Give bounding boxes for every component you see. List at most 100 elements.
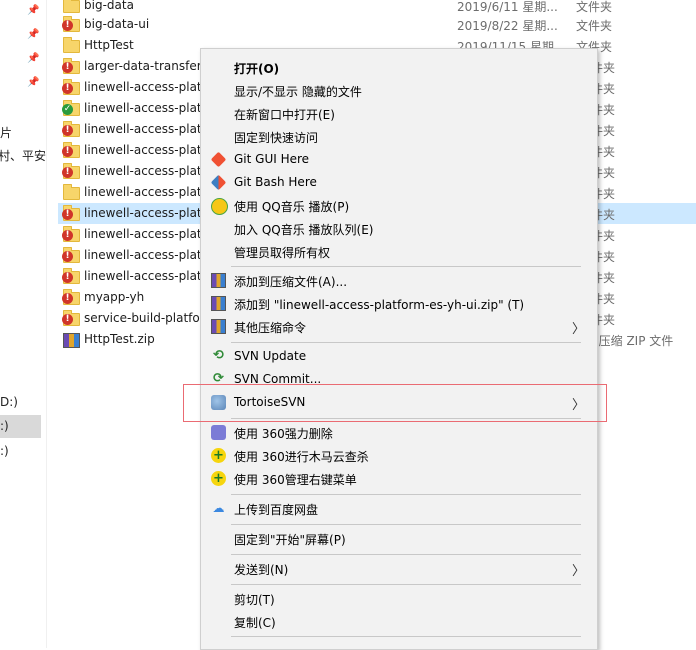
menu-item[interactable]: 打开(O) [201,56,597,79]
menu-item[interactable]: 使用 QQ音乐 播放(P) [201,194,597,217]
git-icon [210,151,227,168]
menu-separator [231,342,581,343]
file-type: 文件夹 [576,19,613,33]
menu-item-label: 管理员取得所有权 [234,246,331,260]
menu-separator [231,266,581,267]
file-name: linewell-access-platf [84,122,206,136]
menu-item[interactable]: 固定到"开始"屏幕(P) [201,527,597,550]
menu-item[interactable]: ⟲ SVN Update [201,345,597,368]
nav-item-label[interactable]: 村、平安 [0,147,46,164]
pin-icon: 📌 [27,29,40,40]
file-name: big-data [84,0,134,12]
svn-normal-badge-icon: ✓ [62,104,73,115]
nav-item-drive-d[interactable]: D:) [0,395,18,409]
menu-item[interactable]: 使用 360强力删除 [201,421,597,444]
file-name: larger-data-transfer [84,59,202,73]
menu-item[interactable]: ☁ 上传到百度网盘 [201,497,597,520]
pin-icon: 📌 [27,77,40,88]
file-name: linewell-access-platf [84,227,206,241]
svn-modified-badge-icon: ! [62,251,73,262]
menu-item-label: 加入 QQ音乐 播放队列(E) [234,223,374,237]
folder-icon: ! [62,121,80,137]
file-type: 文件夹 [576,0,613,14]
menu-item-label: 添加到压缩文件(A)... [234,275,348,289]
menu-item-label: Git Bash Here [234,175,317,189]
folder-icon: ! [62,142,80,158]
folder-icon: ! [62,205,80,221]
svn-modified-badge-icon: ! [62,272,73,283]
folder-icon: ! [62,247,80,263]
file-name: linewell-access-platf [84,269,206,283]
menu-item[interactable]: 管理员取得所有权 [201,240,597,263]
svn-modified-badge-icon: ! [62,167,73,178]
360-icon: + [211,448,226,463]
folder-icon: ! [62,289,80,305]
file-name: HttpTest.zip [84,332,155,346]
menu-item[interactable]: Git Bash Here [201,171,597,194]
menu-item-label: 发送到(N) [234,563,289,577]
file-row[interactable]: ! big-data-ui 2019/8/22 星期... 文件夹 [58,14,696,35]
menu-item-label: 剪切(T) [234,593,275,607]
menu-item-label: 添加到 "linewell-access-platform-es-yh-ui.z… [234,298,525,312]
menu-item[interactable]: 复制(C) [201,610,597,633]
menu-separator [231,554,581,555]
menu-item[interactable]: 在新窗口中打开(E) [201,102,597,125]
menu-item[interactable]: + 使用 360管理右键菜单 [201,467,597,490]
file-name: HttpTest [84,38,134,52]
svn-modified-badge-icon: ! [62,62,73,73]
svn-modified-badge-icon: ! [62,146,73,157]
git-bash-icon [210,174,227,191]
menu-separator [231,494,581,495]
menu-item-label: 使用 360管理右键菜单 [234,473,357,487]
annotation-highlight-box [183,384,607,422]
menu-item[interactable]: 发送到(N) 〉 [201,557,597,580]
file-name: linewell-access-platf [84,248,206,262]
file-name: linewell-access-platf [84,185,206,199]
pin-icon: 📌 [27,5,40,16]
pin-icon: 📌 [27,53,40,64]
menu-item-label: 上传到百度网盘 [234,503,319,517]
360-delete-icon [211,425,226,440]
menu-item[interactable]: 其他压缩命令 〉 [201,315,597,338]
svn-modified-badge-icon: ! [62,314,73,325]
svn-modified-badge-icon: ! [62,230,73,241]
menu-separator [231,524,581,525]
winrar-icon [211,296,226,311]
menu-item-label: 使用 QQ音乐 播放(P) [234,200,350,214]
svn-modified-badge-icon: ! [62,209,73,220]
menu-item[interactable]: 剪切(T) [201,587,597,610]
menu-item[interactable]: 添加到压缩文件(A)... [201,269,597,292]
file-name: big-data-ui [84,17,150,31]
menu-item[interactable]: 显示/不显示 隐藏的文件 [201,79,597,102]
zip-file-icon [63,332,80,348]
context-menu: 打开(O) 显示/不显示 隐藏的文件在新窗口中打开(E) 固定到快速访问 Git GU… [200,48,598,650]
menu-separator [231,636,581,637]
nav-item-drive[interactable]: :) [0,444,9,458]
menu-item-label: 在新窗口中打开(E) [234,108,335,122]
svn-modified-badge-icon: ! [62,125,73,136]
menu-item-label: 固定到快速访问 [234,131,319,145]
submenu-chevron-right-icon: 〉 [572,322,586,337]
file-name: linewell-access-platf [84,143,206,157]
menu-item[interactable]: + 使用 360进行木马云查杀 [201,444,597,467]
folder-icon [63,0,80,13]
menu-item-label: 复制(C) [234,616,276,630]
menu-item[interactable]: 加入 QQ音乐 播放队列(E) [201,217,597,240]
menu-item[interactable]: 固定到快速访问 [201,125,597,148]
file-name: linewell-access-platf [84,164,206,178]
file-name: service-build-platfor [84,311,205,325]
folder-icon: ! [62,163,80,179]
folder-icon [63,37,80,53]
file-name: myapp-yh [84,290,145,304]
folder-icon: ! [62,79,80,95]
folder-icon: ! [62,310,80,326]
menu-item[interactable]: 添加到 "linewell-access-platform-es-yh-ui.z… [201,292,597,315]
file-name: linewell-access-platf [84,80,206,94]
nav-item-label[interactable]: 片 [0,124,12,141]
file-name: linewell-access-platf [84,206,206,220]
menu-item[interactable]: Git GUI Here [201,148,597,171]
nav-item-drive[interactable]: :) [0,419,9,433]
svn-update-icon: ⟲ [213,348,224,363]
folder-icon: ! [62,268,80,284]
baidu-netdisk-icon: ☁ [212,501,225,515]
